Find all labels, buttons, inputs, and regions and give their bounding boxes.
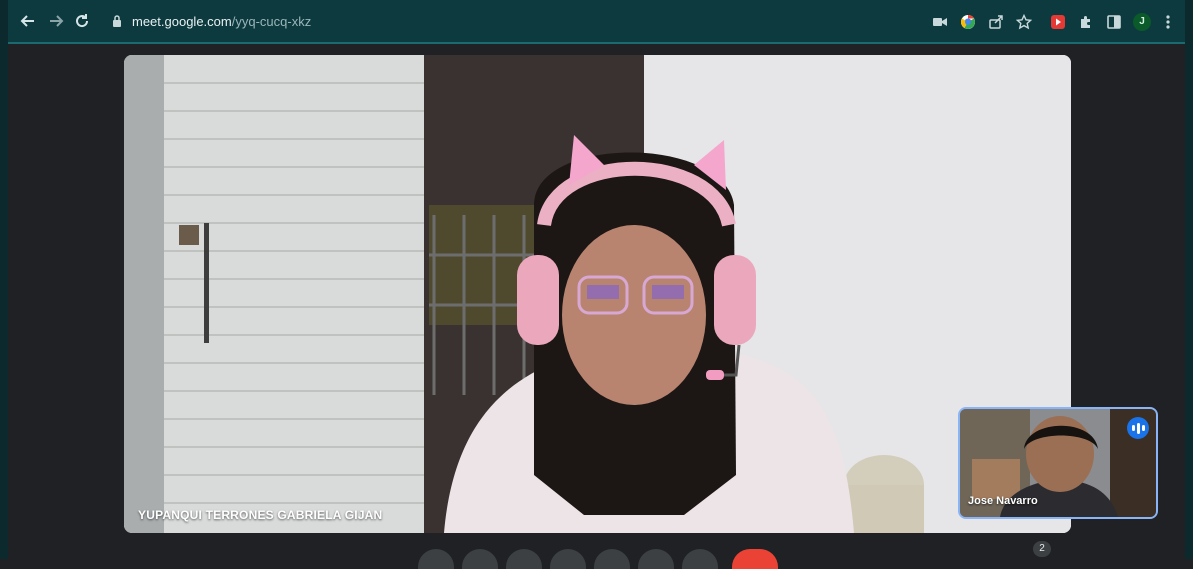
arrow-left-icon bbox=[20, 15, 34, 27]
window-edge-right bbox=[1185, 0, 1193, 559]
kebab-menu-icon bbox=[1166, 15, 1170, 29]
window-edge-left bbox=[0, 0, 8, 559]
back-button[interactable] bbox=[18, 12, 38, 32]
participant-count-badge: 2 bbox=[1033, 541, 1051, 557]
browser-menu-button[interactable] bbox=[1158, 12, 1178, 32]
reactions-button[interactable] bbox=[682, 549, 718, 569]
forward-button[interactable] bbox=[46, 12, 66, 32]
bookmark-star-icon[interactable] bbox=[1014, 12, 1034, 32]
main-video-feed bbox=[124, 55, 1071, 533]
main-participant-name: YUPANQUI TERRONES GABRIELA GIJAN bbox=[138, 508, 383, 522]
end-call-button[interactable] bbox=[732, 549, 778, 569]
google-lens-icon[interactable] bbox=[958, 12, 978, 32]
profile-avatar[interactable]: J bbox=[1132, 12, 1152, 32]
url-text[interactable]: meet.google.com/yyq-cucq-xkz bbox=[132, 14, 311, 29]
extension-red-icon[interactable] bbox=[1048, 12, 1068, 32]
reload-icon bbox=[76, 14, 89, 28]
reload-button[interactable] bbox=[72, 12, 92, 32]
camera-button[interactable] bbox=[462, 549, 498, 569]
main-video-tile[interactable]: YUPANQUI TERRONES GABRIELA GIJAN bbox=[124, 55, 1071, 533]
side-panel-icon[interactable] bbox=[1104, 12, 1124, 32]
mic-button[interactable] bbox=[418, 549, 454, 569]
speaking-indicator-icon bbox=[1127, 417, 1149, 439]
profile-initial: J bbox=[1133, 13, 1151, 31]
url-path: /yyq-cucq-xkz bbox=[231, 14, 312, 29]
more-options-button[interactable] bbox=[638, 549, 674, 569]
browser-toolbar: meet.google.com/yyq-cucq-xkz J bbox=[8, 0, 1185, 44]
extensions-puzzle-icon[interactable] bbox=[1076, 12, 1096, 32]
share-icon[interactable] bbox=[986, 12, 1006, 32]
self-participant-name: Jose Navarro bbox=[968, 495, 1038, 507]
raise-hand-button[interactable] bbox=[550, 549, 586, 569]
arrow-right-icon bbox=[50, 15, 64, 27]
present-button[interactable] bbox=[594, 549, 630, 569]
lock-icon bbox=[113, 15, 121, 27]
captions-button[interactable] bbox=[506, 549, 542, 569]
camera-in-use-icon[interactable] bbox=[930, 12, 950, 32]
url-host: meet.google.com bbox=[132, 14, 232, 29]
